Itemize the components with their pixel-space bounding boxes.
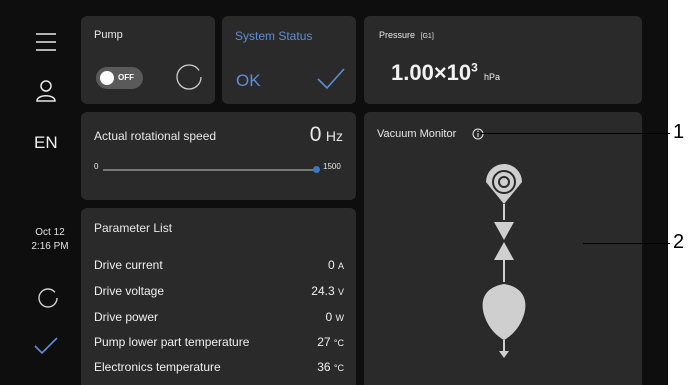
pump-toggle[interactable]: OFF bbox=[96, 67, 143, 89]
callout-number-1: 1 bbox=[673, 121, 685, 143]
callout-number-2: 2 bbox=[673, 231, 685, 253]
device-screen: EN Oct 12 2:16 PM Pump OFF System Status… bbox=[0, 0, 668, 385]
backing-pump-icon bbox=[482, 284, 526, 340]
param-unit: °C bbox=[333, 363, 344, 373]
parameter-list-title: Parameter List bbox=[94, 221, 173, 235]
system-status-value: OK bbox=[236, 71, 261, 90]
valve-icon bbox=[494, 222, 514, 260]
exhaust-arrow-icon bbox=[499, 351, 509, 358]
param-row-drive-voltage: Drive voltage 24.3 V bbox=[94, 284, 344, 298]
param-label: Pump lower part temperature bbox=[94, 335, 250, 349]
callout-line-2 bbox=[583, 243, 670, 244]
param-unit: °C bbox=[333, 338, 344, 348]
toggle-knob bbox=[100, 71, 114, 85]
pressure-value: 1.00×103 hPa bbox=[391, 60, 500, 86]
param-value: 0 W bbox=[325, 310, 344, 324]
status-check-icon bbox=[317, 68, 345, 90]
param-label: Drive current bbox=[94, 258, 163, 272]
vacuum-monitor-title: Vacuum Monitor bbox=[377, 128, 457, 140]
menu-icon[interactable] bbox=[36, 33, 56, 51]
loading-spinner-icon bbox=[38, 288, 58, 308]
toggle-label: OFF bbox=[118, 73, 134, 82]
speed-slider-thumb[interactable] bbox=[313, 166, 320, 173]
vacuum-schematic bbox=[482, 164, 526, 358]
speed-panel: Actual rotational speed 0 Hz 0 1500 bbox=[81, 112, 356, 200]
param-number: 24.3 bbox=[311, 284, 335, 298]
param-value: 27 °C bbox=[317, 335, 344, 349]
vacuum-monitor-panel: Vacuum Monitor bbox=[364, 112, 642, 385]
param-row-electronics-temp: Electronics temperature 36 °C bbox=[94, 360, 344, 374]
param-unit: A bbox=[337, 261, 344, 271]
param-label: Drive voltage bbox=[94, 284, 165, 298]
param-row-pump-lower-temp: Pump lower part temperature 27 °C bbox=[94, 335, 344, 349]
pressure-label: Pressure bbox=[379, 30, 416, 40]
pressure-panel: Pressure [G1] 1.00×103 hPa bbox=[364, 16, 642, 104]
speed-readout: 0 Hz bbox=[310, 123, 343, 147]
pressure-exponent: 3 bbox=[471, 60, 478, 75]
pump-spinner-icon bbox=[176, 64, 202, 90]
language-selector[interactable]: EN bbox=[34, 133, 58, 153]
param-unit: W bbox=[335, 313, 345, 323]
speed-unit: Hz bbox=[325, 128, 343, 144]
system-status-panel: System Status OK bbox=[222, 16, 356, 104]
pump-title: Pump bbox=[94, 29, 123, 41]
param-number: 0 bbox=[325, 310, 333, 324]
param-number: 36 bbox=[317, 360, 331, 374]
param-number: 27 bbox=[317, 335, 331, 349]
param-unit: V bbox=[337, 287, 344, 297]
pressure-title: Pressure [G1] bbox=[379, 30, 434, 40]
param-row-drive-power: Drive power 0 W bbox=[94, 310, 344, 324]
checkmark-icon[interactable] bbox=[34, 337, 58, 355]
param-label: Drive power bbox=[94, 310, 159, 324]
time-label: 2:16 PM bbox=[31, 241, 69, 252]
param-number: 0 bbox=[327, 258, 335, 272]
pressure-mantissa: 1.00×10 bbox=[391, 60, 472, 85]
param-label: Electronics temperature bbox=[94, 360, 221, 374]
speed-value: 0 bbox=[309, 123, 322, 146]
slider-max-label: 1500 bbox=[323, 162, 341, 171]
turbo-pump-icon bbox=[486, 164, 522, 204]
callout-line-1 bbox=[480, 133, 670, 134]
speed-title: Actual rotational speed bbox=[94, 129, 217, 143]
param-value: 0 A bbox=[328, 258, 344, 272]
system-status-title: System Status bbox=[235, 29, 313, 43]
date-label: Oct 12 bbox=[35, 227, 65, 238]
user-icon[interactable] bbox=[36, 80, 56, 102]
speed-slider[interactable] bbox=[103, 169, 316, 171]
param-value: 24.3 V bbox=[311, 284, 344, 298]
pressure-unit: hPa bbox=[483, 72, 500, 82]
info-icon[interactable] bbox=[472, 128, 484, 140]
param-value: 36 °C bbox=[317, 360, 344, 374]
gauge-tag: [G1] bbox=[420, 33, 434, 40]
date-time: Oct 12 2:16 PM bbox=[30, 226, 70, 254]
slider-min-label: 0 bbox=[94, 162, 99, 171]
param-row-drive-current: Drive current 0 A bbox=[94, 258, 344, 272]
